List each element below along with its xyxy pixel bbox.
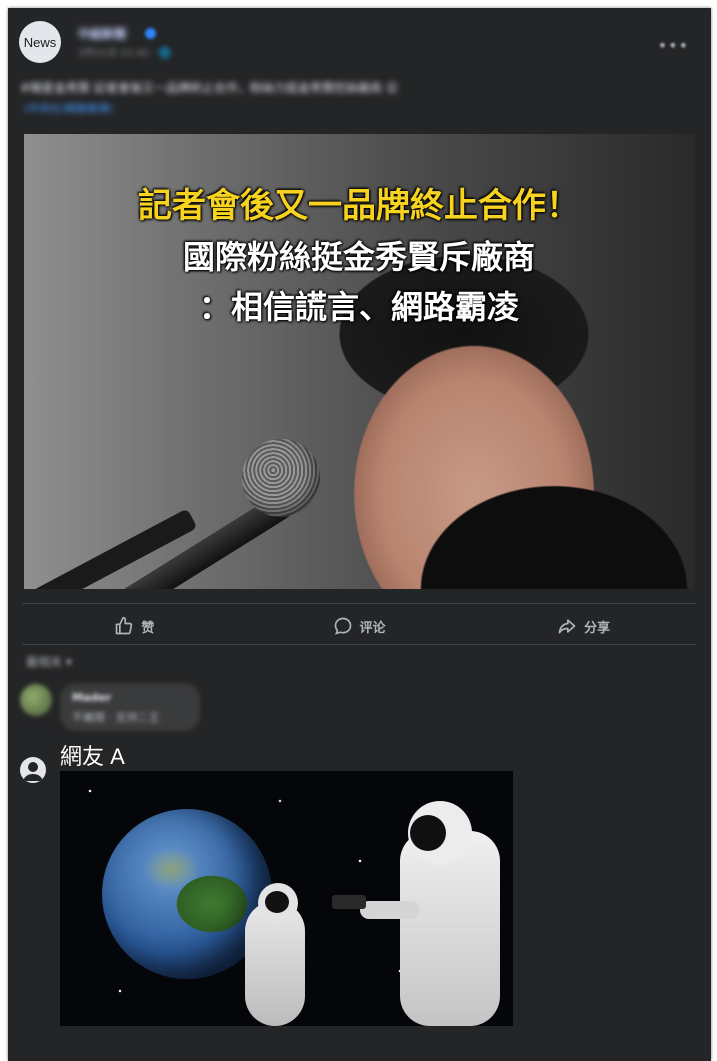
thumbs-up-icon — [115, 616, 133, 635]
like-button[interactable]: 赞 — [22, 608, 247, 644]
comment-sort-dropdown[interactable]: 最相关 ▾ — [26, 653, 72, 670]
divider — [22, 603, 696, 604]
headline-line-1: 記者會後又一品牌終止合作！ — [138, 186, 580, 226]
mic-head-shape — [242, 439, 320, 517]
caption-link[interactable]: (中央社/網路報導) — [24, 100, 113, 116]
page-avatar[interactable]: News — [19, 21, 61, 63]
divider — [22, 644, 696, 645]
comment-text: 不離開 · 支持二王 — [72, 711, 160, 724]
share-label: 分享 — [584, 620, 611, 636]
comment-bubble: Mader 不離開 · 支持二王 — [60, 683, 200, 731]
comment-bubble-icon — [334, 617, 351, 635]
post-header: News 中組新聞 3月31日 21:42 · 🌐 ••• #韓星金秀賢 記者會… — [8, 8, 711, 126]
user-avatar-icon[interactable] — [20, 757, 46, 783]
comment-label: 评论 — [359, 620, 386, 636]
post-card: News 中組新聞 3月31日 21:42 · 🌐 ••• #韓星金秀賢 記者會… — [8, 8, 711, 1061]
like-label: 赞 — [141, 620, 155, 636]
astronaut-arm — [360, 901, 420, 919]
pistol-shape — [332, 895, 366, 909]
headline-line-2: 國際粉絲挺金秀賢斥廠商 — [182, 238, 535, 276]
comment-button[interactable]: 评论 — [247, 608, 472, 644]
post-actions-bar: 赞 评论 分享 — [22, 608, 696, 644]
share-arrow-icon — [558, 619, 576, 634]
page-name[interactable]: 中組新聞 — [78, 25, 126, 42]
headline-line-3: ：相信謊言、網路霸凌 — [198, 288, 519, 326]
post-caption: #韓星金秀賢 記者會後又一品牌終止合作，粉絲力挺金秀賢控訴廠商 😮 — [20, 81, 399, 95]
comment-image[interactable] — [60, 771, 513, 1026]
commenter-avatar[interactable] — [20, 684, 52, 716]
post-image[interactable]: 記者會後又一品牌終止合作！ 國際粉絲挺金秀賢斥廠商 ：相信謊言、網路霸凌 — [24, 134, 694, 589]
user-name[interactable]: 網友 A — [60, 739, 125, 771]
post-timestamp[interactable]: 3月31日 21:42 · 🌐 — [78, 44, 171, 59]
astronaut-front-visor — [265, 891, 289, 913]
verified-badge-icon — [145, 28, 156, 39]
more-options-icon[interactable]: ••• — [658, 36, 689, 55]
astronaut-back-visor — [410, 815, 446, 851]
share-button[interactable]: 分享 — [471, 608, 696, 644]
commenter-name[interactable]: Mader — [72, 691, 111, 704]
